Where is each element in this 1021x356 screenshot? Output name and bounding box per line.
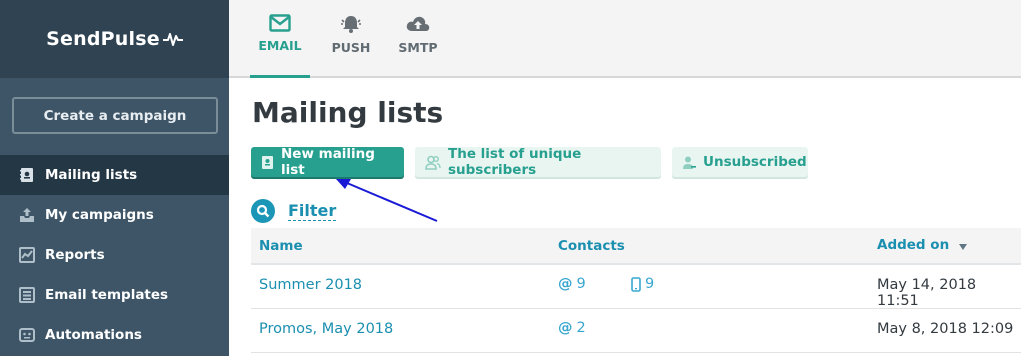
button-label: The list of unique subscribers xyxy=(448,146,582,178)
table-row[interactable]: Promos, May 2018 @ 2 May 8, 2018 12:09 xyxy=(251,309,1021,353)
email-contacts-count[interactable]: @ 2 xyxy=(558,320,586,336)
list-book-icon xyxy=(18,166,36,184)
phone-icon xyxy=(631,276,641,292)
column-header-name[interactable]: Name xyxy=(259,238,303,254)
tab-label: SMTP xyxy=(398,40,438,55)
cloud-upload-icon xyxy=(406,16,430,31)
filter-label: Filter xyxy=(288,200,337,221)
chart-icon xyxy=(18,246,36,264)
count-value: 9 xyxy=(576,276,586,292)
tab-push[interactable]: PUSH xyxy=(325,0,377,78)
column-header-label: Added on xyxy=(877,237,950,253)
mailing-lists-table: Name Contacts Added on Summer 2018 @ 9 9… xyxy=(251,228,1021,353)
sidebar-item-email-templates[interactable]: Email templates xyxy=(0,275,229,315)
filter-toggle[interactable]: Filter xyxy=(251,199,337,223)
page-title: Mailing lists xyxy=(252,96,444,129)
count-value: 2 xyxy=(576,320,586,336)
create-campaign-button[interactable]: Create a campaign xyxy=(12,97,218,134)
sidebar-item-my-campaigns[interactable]: My campaigns xyxy=(0,195,229,235)
unsubscribed-button[interactable]: Unsubscribed xyxy=(672,147,808,177)
table-header: Name Contacts Added on xyxy=(251,228,1021,265)
email-contacts-count[interactable]: @ 9 xyxy=(558,276,586,292)
sidebar-item-label: My campaigns xyxy=(45,207,154,223)
unique-subscribers-button[interactable]: The list of unique subscribers xyxy=(415,146,661,178)
pulse-logo-icon xyxy=(162,33,183,46)
at-sign-icon: @ xyxy=(558,320,573,336)
column-header-contacts[interactable]: Contacts xyxy=(558,238,625,254)
button-label: Unsubscribed xyxy=(703,154,807,170)
bell-icon xyxy=(341,16,361,33)
button-label: New mailing list xyxy=(281,146,375,178)
search-icon xyxy=(251,199,275,223)
sidebar-item-reports[interactable]: Reports xyxy=(0,235,229,275)
list-name-link[interactable]: Promos, May 2018 xyxy=(259,321,393,337)
column-header-added-on[interactable]: Added on xyxy=(877,237,968,253)
sort-desc-icon xyxy=(958,244,967,250)
template-icon xyxy=(18,286,36,304)
upload-tray-icon xyxy=(18,206,36,224)
sidebar-item-label: Mailing lists xyxy=(45,167,138,183)
tab-smtp[interactable]: SMTP xyxy=(392,0,444,78)
added-date: May 8, 2018 12:09 xyxy=(877,321,1014,337)
sidebar-item-automations[interactable]: Automations xyxy=(0,315,229,355)
tab-email[interactable]: EMAIL xyxy=(250,0,310,78)
sidebar-item-mailing-lists[interactable]: Mailing lists xyxy=(0,155,229,195)
at-sign-icon: @ xyxy=(558,276,573,292)
list-name-link[interactable]: Summer 2018 xyxy=(259,277,362,293)
sidebar: SendPulse Create a campaign Mailing list… xyxy=(0,0,229,356)
tab-label: EMAIL xyxy=(258,38,302,53)
phone-contacts-count[interactable]: 9 xyxy=(631,276,654,292)
top-nav: EMAIL PUSH SMTP xyxy=(229,0,1021,78)
envelope-icon xyxy=(269,14,291,32)
table-row[interactable]: Summer 2018 @ 9 9 May 14, 2018 11:51 xyxy=(251,265,1021,309)
brand-name: SendPulse xyxy=(46,28,160,50)
users-icon xyxy=(425,155,441,170)
added-date: May 14, 2018 11:51 xyxy=(877,277,977,309)
count-value: 9 xyxy=(645,276,655,292)
sidebar-item-label: Email templates xyxy=(45,287,169,303)
sidebar-item-label: Reports xyxy=(45,247,105,263)
address-book-icon xyxy=(261,155,274,170)
logo[interactable]: SendPulse xyxy=(0,0,229,78)
sidebar-nav: Mailing lists My campaigns Reports Email… xyxy=(0,155,229,355)
new-mailing-list-button[interactable]: New mailing list xyxy=(251,146,404,178)
sidebar-item-label: Automations xyxy=(45,327,142,343)
user-minus-icon xyxy=(682,155,696,170)
tab-label: PUSH xyxy=(331,40,371,55)
robot-icon xyxy=(18,326,36,344)
